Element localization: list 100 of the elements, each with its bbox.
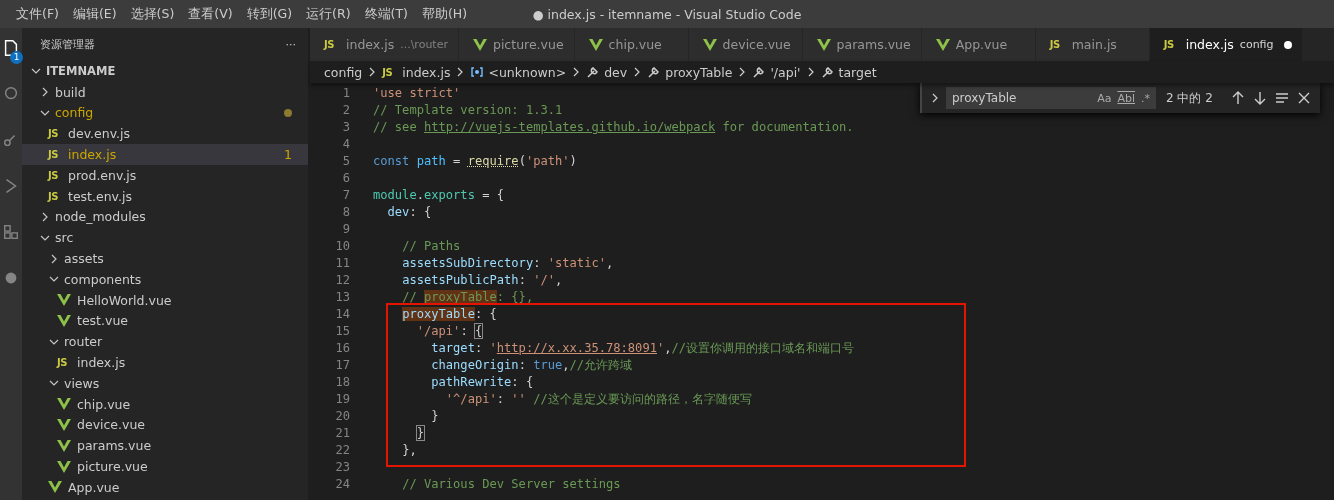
line-number: 5 [341, 153, 350, 170]
code-line: '/api': { [415, 323, 483, 340]
tree-item[interactable]: params.vue [22, 435, 308, 457]
line-number: 9 [341, 221, 350, 238]
tree-item[interactable]: picture.vue [22, 456, 308, 477]
menu-item[interactable]: 查看(V) [181, 5, 240, 23]
breadcrumb-item[interactable]: dev [604, 64, 628, 80]
breadcrumb-item[interactable]: '/api' [770, 64, 801, 80]
menu-item[interactable]: 运行(R) [299, 5, 358, 23]
line-number: 16 [334, 340, 350, 357]
menu-item[interactable]: 终端(T) [357, 5, 415, 23]
tree-item[interactable]: src [22, 227, 308, 249]
breadcrumb-item[interactable]: proxyTable [665, 64, 733, 80]
menu-item[interactable]: 编辑(E) [65, 5, 124, 23]
tree-item[interactable]: node_modules [22, 206, 308, 228]
js-file-icon: JS [48, 149, 64, 161]
line-number: 18 [334, 374, 350, 391]
tree-item[interactable]: views [22, 372, 308, 394]
sidebar-title: 资源管理器 [40, 37, 95, 52]
breadcrumb-item[interactable]: index.js [402, 64, 451, 80]
line-number: 24 [334, 476, 350, 493]
tree-item[interactable]: JS prod.env.js [22, 165, 308, 186]
line-number: 4 [341, 136, 350, 153]
tree-item[interactable]: JS index.js 1 [22, 144, 308, 165]
menu-item[interactable]: 选择(S) [123, 5, 182, 23]
notification-badge: 1 [10, 51, 23, 64]
line-number: 3 [341, 119, 350, 136]
editor-tab[interactable]: chip.vue [574, 28, 689, 61]
js-file-icon: JS [57, 357, 73, 369]
tree-item[interactable]: assets [22, 248, 308, 269]
problem-count: 1 [284, 147, 292, 163]
menu-item[interactable]: 转到(G) [239, 5, 300, 23]
code-line: // Paths [401, 238, 461, 255]
menu-item[interactable]: 文件(F) [9, 5, 66, 23]
tree-item[interactable]: chip.vue [22, 393, 308, 415]
line-number: 22 [334, 442, 350, 459]
tab-path-hint: config [1239, 38, 1274, 51]
tree-item[interactable]: App.vue [22, 476, 308, 498]
match-count: 2 中的 2 [1166, 89, 1213, 107]
tree-item[interactable]: device.vue [22, 414, 308, 436]
line-number: 14 [334, 306, 350, 323]
line-number: 13 [334, 289, 350, 306]
js-file-icon: JS [48, 169, 64, 181]
tree-item[interactable]: build [22, 81, 308, 103]
js-file-icon: JS [48, 128, 64, 140]
code-line: target: 'http://x.xx.35.78:8091',//设置你调用的接口域名和端口号 [430, 340, 855, 357]
find-option-button[interactable]: .* [1141, 91, 1150, 105]
js-file-icon: JS [1163, 39, 1180, 50]
editor-tab[interactable]: picture.vue [458, 28, 575, 61]
line-number: 6 [341, 170, 350, 187]
code-line: '^/api': '' //这个是定义要访问的路径，名字随便写 [444, 391, 752, 408]
line-number: 15 [334, 323, 350, 340]
breadcrumb-item[interactable]: target [838, 64, 877, 80]
code-line: 'use strict' [372, 85, 461, 102]
editor-tab[interactable]: JS main.js [1035, 28, 1150, 61]
js-file-icon: JS [48, 190, 64, 202]
line-number: 1 [341, 85, 350, 102]
code-line: // Various Dev Server settings [401, 476, 621, 493]
find-option-button[interactable]: Abl [1117, 91, 1135, 105]
line-number: 10 [334, 238, 350, 255]
code-line: dev: { [386, 204, 432, 221]
line-number: 8 [341, 204, 350, 221]
find-input[interactable]: proxyTable Aa Abl .* [946, 87, 1156, 109]
tree-item[interactable]: JS test.env.js [22, 185, 308, 207]
code-line: } [430, 408, 439, 425]
breadcrumb-item[interactable]: <unknown> [488, 64, 567, 80]
line-number: 2 [341, 102, 350, 119]
code-line: module.exports = { [372, 187, 505, 204]
code-line: assetsPublicPath: '/', [401, 272, 563, 289]
code-line: changeOrigin: true,//允许跨域 [430, 357, 633, 374]
code-line: proxyTable: { [401, 306, 497, 323]
code-line: pathRewrite: { [430, 374, 534, 391]
tree-item[interactable]: JS dev.env.js [22, 123, 308, 145]
tree-item[interactable]: components [22, 268, 308, 290]
js-file-icon: JS [1049, 39, 1066, 50]
code-line: assetsSubDirectory: 'static', [401, 255, 614, 272]
editor-tab[interactable]: JS index.js config [1149, 28, 1303, 61]
more-actions-button[interactable]: ··· [285, 38, 296, 51]
code-line: // Template version: 1.3.1 [372, 102, 563, 119]
tree-item[interactable]: router [22, 331, 308, 353]
editor-tab[interactable]: params.vue [802, 28, 922, 61]
editor-tab[interactable]: device.vue [688, 28, 803, 61]
menu-item[interactable]: 帮助(H) [414, 5, 475, 23]
editor-tab[interactable]: App.vue [921, 28, 1036, 61]
line-number: 7 [341, 187, 350, 204]
line-number: 12 [334, 272, 350, 289]
tree-item[interactable]: test.vue [22, 310, 308, 332]
find-option-button[interactable]: Aa [1097, 91, 1112, 105]
tree-item[interactable]: ITEMNAME [22, 61, 308, 82]
code-line: const path = require('path') [372, 153, 577, 170]
tree-item[interactable]: config [22, 102, 308, 124]
tree-item[interactable]: HelloWorld.vue [22, 289, 308, 311]
editor-tab[interactable]: JS index.js ...\router [310, 28, 459, 61]
tree-item[interactable]: JS index.js [22, 352, 308, 373]
window-title: ● index.js - itemname - Visual Studio Code [532, 6, 802, 22]
line-number: 11 [334, 255, 350, 272]
breadcrumb-item[interactable]: config [324, 64, 363, 80]
line-number: 17 [334, 357, 350, 374]
line-number: 23 [334, 459, 350, 476]
js-file-icon: JS [382, 66, 399, 78]
